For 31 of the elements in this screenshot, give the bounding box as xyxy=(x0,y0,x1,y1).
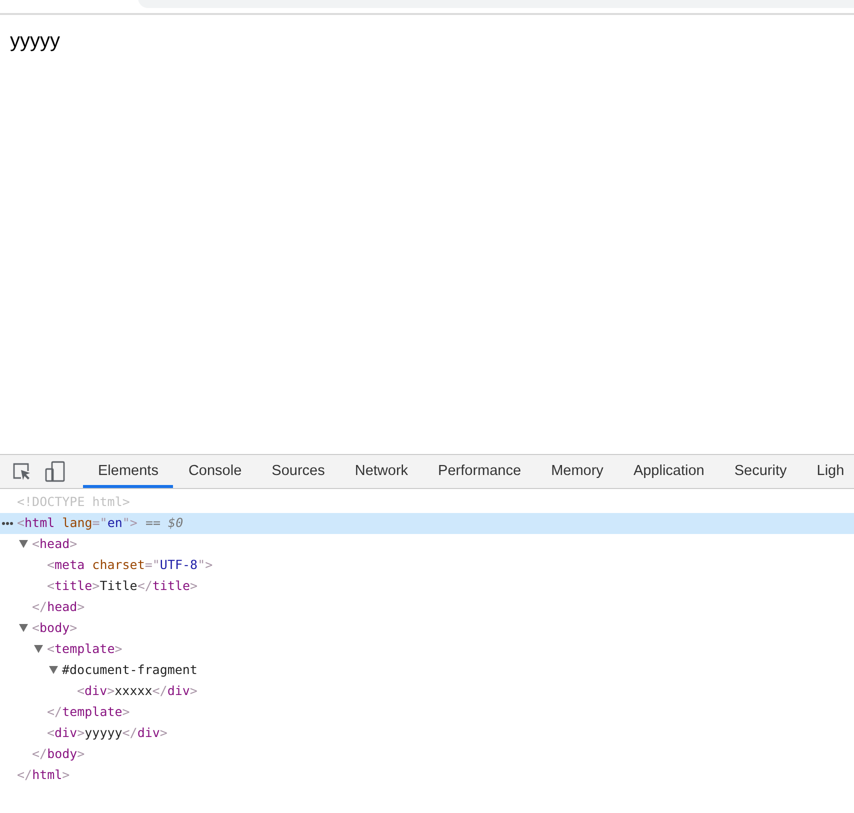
dom-node-line[interactable]: </html> xyxy=(17,766,70,785)
dom-node-line[interactable]: </head> xyxy=(32,598,85,617)
devtools-tab[interactable]: Memory xyxy=(536,455,618,488)
dom-node-line[interactable]: <template> xyxy=(47,640,122,659)
dom-node-line[interactable]: <body> xyxy=(32,619,78,638)
page-text: yyyyy xyxy=(10,29,61,54)
expanded-triangle-icon[interactable] xyxy=(19,624,28,632)
expanded-triangle-icon[interactable] xyxy=(49,666,58,674)
inspect-element-icon[interactable] xyxy=(12,462,31,481)
device-toolbar-icon[interactable] xyxy=(45,461,65,482)
expanded-triangle-icon[interactable] xyxy=(34,645,43,653)
dom-node-line[interactable]: <html lang="en"> xyxy=(17,514,138,533)
dom-node-line[interactable]: <head> xyxy=(32,535,78,554)
devtools-tab[interactable]: Security xyxy=(719,455,802,488)
devtools-tab[interactable]: Application xyxy=(618,455,720,488)
dom-node-line[interactable]: <div>xxxxx</div> xyxy=(77,682,198,701)
devtools-tab[interactable]: Performance xyxy=(423,455,536,488)
dom-node-line[interactable]: <div>yyyyy</div> xyxy=(47,724,168,743)
selected-node-marker: == $0 xyxy=(145,514,184,532)
devtools-tab[interactable]: Network xyxy=(340,455,424,488)
dom-node-line[interactable]: #document-fragment xyxy=(62,661,198,680)
more-dots-icon[interactable] xyxy=(2,522,13,525)
dom-node-line[interactable]: <title>Title</title> xyxy=(47,577,198,596)
devtools-tab[interactable]: Console xyxy=(173,455,257,488)
dom-node-line[interactable]: <meta charset="UTF-8"> xyxy=(47,556,213,575)
devtools-tab[interactable]: Sources xyxy=(256,455,340,488)
expanded-triangle-icon[interactable] xyxy=(19,540,28,548)
dom-node-line[interactable]: </body> xyxy=(32,745,85,764)
devtools-tab[interactable]: Elements xyxy=(83,455,174,488)
dom-node-line[interactable]: </template> xyxy=(47,703,130,722)
devtools-tab[interactable]: Ligh xyxy=(802,455,854,488)
